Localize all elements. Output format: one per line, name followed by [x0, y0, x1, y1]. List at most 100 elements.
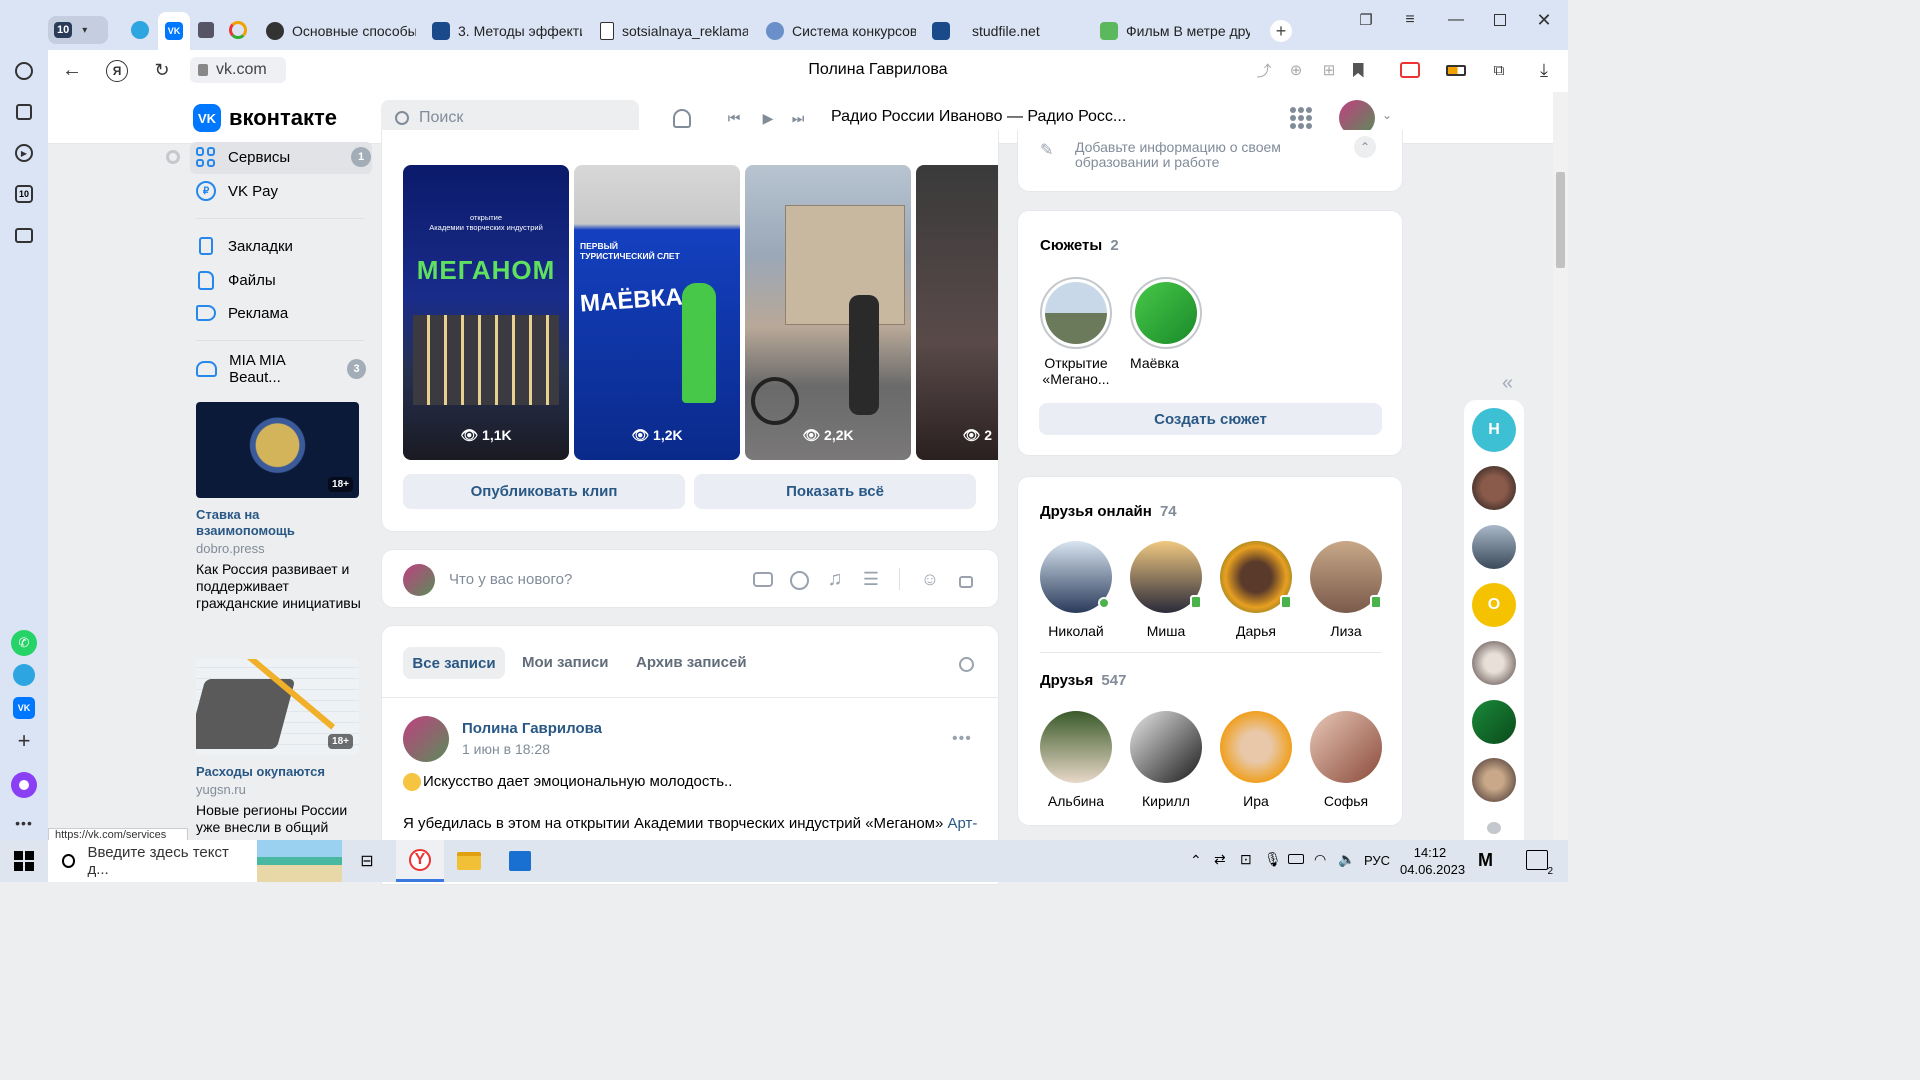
- minimize-icon[interactable]: —: [1446, 10, 1466, 30]
- friend-item[interactable]: Лиза: [1306, 541, 1386, 639]
- cast-icon[interactable]: [1398, 60, 1422, 80]
- task-view-icon[interactable]: ⊟: [356, 850, 378, 872]
- add-icon[interactable]: +: [13, 728, 35, 753]
- tab-item[interactable]: Основные способы: [266, 12, 416, 50]
- chevron-up-icon[interactable]: ⌃: [1354, 136, 1376, 158]
- prev-track-icon[interactable]: ⏮: [724, 108, 744, 128]
- downloads-panel-icon[interactable]: ⧉: [1488, 60, 1510, 80]
- tab-item[interactable]: Система конкурсов: [766, 12, 916, 50]
- article-icon[interactable]: ☰: [860, 568, 882, 590]
- player-track-title[interactable]: Радио России Иваново — Радио Росс...: [831, 108, 1126, 126]
- close-icon[interactable]: ✕: [1534, 10, 1554, 30]
- post-date[interactable]: 1 июн в 18:28: [462, 741, 550, 757]
- taskbar-search[interactable]: Введите здесь текст д...: [48, 840, 342, 882]
- mood-icon[interactable]: ☺: [919, 568, 941, 590]
- play-icon[interactable]: ▶: [758, 108, 778, 128]
- tab-archive[interactable]: Архив записей: [636, 654, 747, 671]
- friend-item[interactable]: Миша: [1126, 541, 1206, 639]
- ad-title[interactable]: Ставка на взаимопомощь: [196, 507, 361, 539]
- story-item[interactable]: [1130, 277, 1202, 349]
- more-icon[interactable]: •••: [13, 815, 35, 831]
- alice-icon[interactable]: [11, 772, 37, 798]
- menu-item-group[interactable]: MIA MIA Beaut... 3: [196, 352, 366, 386]
- clip-item[interactable]: 👁 2,2K: [745, 165, 911, 460]
- chat-avatar[interactable]: [1472, 466, 1516, 510]
- maximize-icon[interactable]: [1490, 10, 1510, 30]
- download-icon[interactable]: ⤓: [1534, 60, 1554, 80]
- reload-icon[interactable]: ↻: [152, 60, 172, 80]
- history-icon[interactable]: [13, 60, 35, 82]
- composer-input[interactable]: Что у вас нового?: [449, 571, 572, 588]
- friend-item[interactable]: Альбина: [1036, 711, 1116, 809]
- app-tray-icon[interactable]: M: [1478, 850, 1493, 871]
- show-all-button[interactable]: Показать всё: [694, 474, 976, 509]
- chat-icon[interactable]: [1487, 822, 1501, 834]
- create-story-button[interactable]: Создать сюжет: [1039, 403, 1382, 435]
- tab-all-posts[interactable]: Все записи: [403, 647, 505, 679]
- clip-item[interactable]: открытие Академии творческих индустрий М…: [403, 165, 569, 460]
- microphone-icon[interactable]: 🎙: [1264, 851, 1282, 868]
- post-author-avatar[interactable]: [403, 716, 449, 762]
- back-icon[interactable]: ←: [62, 59, 82, 81]
- clip-item[interactable]: 👁 2: [916, 165, 998, 460]
- battery-saver-icon[interactable]: [1444, 60, 1468, 80]
- page-scrollbar[interactable]: [1553, 92, 1568, 840]
- tab-item[interactable]: 3. Методы эффекти: [432, 12, 582, 50]
- tray-icon[interactable]: ⇄: [1214, 851, 1226, 868]
- friend-item[interactable]: Софья: [1306, 711, 1386, 809]
- education-hint[interactable]: Добавьте информацию о своем образовании …: [1075, 140, 1305, 170]
- windows-start-icon[interactable]: [14, 851, 34, 871]
- vk-tab-icon[interactable]: VK: [158, 12, 190, 50]
- file-explorer-icon[interactable]: [456, 849, 482, 873]
- chat-avatar[interactable]: [1472, 525, 1516, 569]
- tab-item[interactable]: Фильм В метре дру: [1100, 12, 1250, 50]
- tab-group-button[interactable]: 10 ▾: [48, 16, 108, 44]
- menu-item-ads[interactable]: Реклама: [196, 298, 288, 328]
- yandex-browser-icon[interactable]: Y: [396, 840, 444, 882]
- address-field[interactable]: vk.com: [190, 57, 286, 83]
- menu-item-services[interactable]: Сервисы 1: [196, 142, 371, 172]
- tab-item[interactable]: sotsialnaya_reklama: [600, 12, 748, 50]
- bookmark-icon[interactable]: [1348, 60, 1368, 80]
- bookmarks-icon[interactable]: ❐: [1356, 10, 1376, 30]
- language-indicator[interactable]: РУС: [1364, 853, 1390, 868]
- volume-icon[interactable]: 🔈: [1338, 851, 1355, 868]
- bell-icon[interactable]: [670, 106, 694, 130]
- video-icon[interactable]: [788, 569, 810, 591]
- vk-logo[interactable]: VK вконтакте: [193, 104, 337, 132]
- scrollbar-thumb[interactable]: [1556, 172, 1565, 268]
- share-icon[interactable]: ⤴: [1254, 60, 1274, 80]
- shield-tab-icon[interactable]: [196, 20, 216, 40]
- friends-online-title[interactable]: Друзья онлайн 74: [1040, 503, 1177, 520]
- lock-icon[interactable]: [955, 568, 977, 590]
- tray-chevron-icon[interactable]: ⌃: [1190, 852, 1202, 869]
- chat-avatar[interactable]: Н: [1472, 408, 1516, 452]
- friends-title[interactable]: Друзья 547: [1040, 672, 1126, 689]
- music-icon[interactable]: ♫: [824, 568, 846, 590]
- color-tab-icon[interactable]: [228, 20, 248, 40]
- friend-item[interactable]: Кирилл: [1126, 711, 1206, 809]
- collapse-chats-icon[interactable]: «: [1502, 372, 1513, 395]
- menu-icon[interactable]: ≡: [1400, 10, 1420, 30]
- battery-icon[interactable]: [1288, 854, 1304, 864]
- tab-my-posts[interactable]: Мои записи: [522, 654, 609, 671]
- tray-icon[interactable]: ⊡: [1240, 851, 1252, 868]
- whatsapp-icon[interactable]: ✆: [11, 630, 37, 656]
- gear-icon[interactable]: [166, 150, 180, 164]
- friend-item[interactable]: Николай: [1036, 541, 1116, 639]
- menu-item-files[interactable]: Файлы: [196, 265, 276, 295]
- vk-icon[interactable]: VK: [13, 697, 35, 719]
- post-link[interactable]: Арт-: [948, 815, 978, 832]
- yandex-icon[interactable]: Я: [106, 60, 128, 82]
- chat-avatar[interactable]: [1472, 758, 1516, 802]
- menu-item-bookmarks[interactable]: Закладки: [196, 231, 293, 261]
- chat-avatar[interactable]: О: [1472, 583, 1516, 627]
- wifi-icon[interactable]: ◠: [1314, 851, 1326, 868]
- translate-icon[interactable]: ⊕: [1286, 60, 1306, 80]
- chevron-down-icon[interactable]: ⌄: [1382, 108, 1392, 122]
- menu-item-vkpay[interactable]: ₽ VK Pay: [196, 176, 278, 206]
- apps-grid-icon[interactable]: [1290, 107, 1312, 129]
- new-tab-button[interactable]: +: [1270, 20, 1292, 42]
- store-icon[interactable]: [507, 849, 533, 873]
- screenshot-icon[interactable]: [13, 224, 35, 246]
